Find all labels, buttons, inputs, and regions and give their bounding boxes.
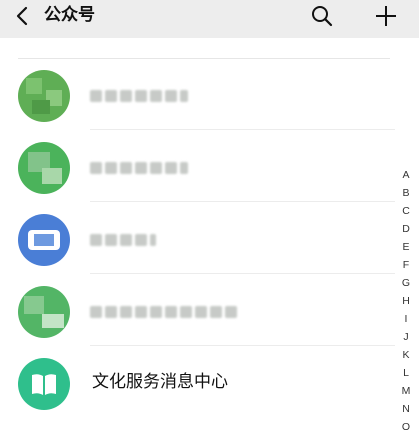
index-letter[interactable]: J xyxy=(403,328,408,346)
list-item[interactable] xyxy=(0,202,395,274)
list-item[interactable] xyxy=(0,274,395,346)
index-letter[interactable]: G xyxy=(402,274,410,292)
page-title: 公众号 xyxy=(44,5,95,25)
index-letter[interactable]: K xyxy=(402,346,409,364)
search-button[interactable] xyxy=(308,2,336,30)
avatar xyxy=(18,142,70,194)
blurred-name xyxy=(90,89,188,103)
index-letter[interactable]: E xyxy=(402,238,409,256)
index-letter[interactable]: F xyxy=(403,256,409,274)
book-icon xyxy=(32,374,56,395)
account-name: 文化服务消息中心 xyxy=(92,372,228,392)
avatar xyxy=(18,214,70,266)
list-item[interactable]: 文化服务消息中心 xyxy=(0,346,395,418)
index-letter[interactable]: N xyxy=(402,400,410,418)
index-letter[interactable]: B xyxy=(402,184,409,202)
blurred-name xyxy=(90,233,156,247)
avatar xyxy=(18,286,70,338)
chevron-left-icon xyxy=(16,6,28,26)
index-letter[interactable]: A xyxy=(402,166,409,184)
index-letter[interactable]: M xyxy=(402,382,411,400)
avatar xyxy=(18,358,70,410)
back-button[interactable] xyxy=(10,2,34,30)
index-letter[interactable]: D xyxy=(402,220,410,238)
index-letter[interactable]: C xyxy=(402,202,410,220)
top-bar: 公众号 xyxy=(0,0,419,38)
avatar xyxy=(18,70,70,122)
index-letter[interactable]: O xyxy=(402,418,410,436)
account-list: 文化服务消息中心 A B C D E F G H I J K L M N O xyxy=(0,38,419,433)
list-item[interactable] xyxy=(0,130,395,202)
add-button[interactable] xyxy=(372,2,400,30)
search-icon xyxy=(312,6,333,27)
index-letter[interactable]: H xyxy=(402,292,410,310)
blurred-name xyxy=(90,305,237,319)
alphabet-index[interactable]: A B C D E F G H I J K L M N O xyxy=(397,166,415,436)
list-item[interactable] xyxy=(0,58,395,130)
plus-icon xyxy=(376,6,396,26)
blurred-name xyxy=(90,161,188,175)
index-letter[interactable]: L xyxy=(403,364,409,382)
index-letter[interactable]: I xyxy=(405,310,408,328)
